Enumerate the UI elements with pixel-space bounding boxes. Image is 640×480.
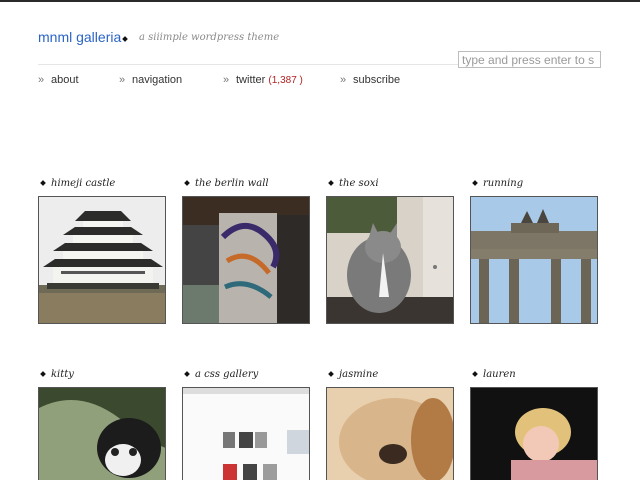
chevron-right-icon: » xyxy=(38,74,45,86)
post-title-link[interactable]: himeji castle xyxy=(51,177,115,191)
castle-image xyxy=(39,197,165,323)
bullet-icon xyxy=(184,371,190,377)
nav-label-navigation: navigation xyxy=(132,74,183,86)
bullet-icon xyxy=(40,180,46,186)
post-title-link[interactable]: kitty xyxy=(51,368,74,382)
nav-item-subscribe[interactable]: » subscribe xyxy=(340,73,400,87)
thumbnail-dog-jasmine[interactable] xyxy=(326,387,454,480)
kitty-image xyxy=(39,388,165,480)
post-title-link[interactable]: a css gallery xyxy=(195,368,258,382)
thumbnail-css-gallery[interactable] xyxy=(182,387,310,480)
thumbnail-kitty[interactable] xyxy=(38,387,166,480)
search-input[interactable] xyxy=(458,51,601,68)
nav-label-subscribe: subscribe xyxy=(353,74,401,86)
post-title-link[interactable]: running xyxy=(483,177,523,191)
bullet-icon xyxy=(328,180,334,186)
chevron-right-icon: » xyxy=(223,74,230,86)
bullet-icon xyxy=(472,371,478,377)
css-gallery-image xyxy=(183,388,309,480)
post-title-link[interactable]: lauren xyxy=(483,368,516,382)
site-tagline: a siiimple wordpress theme xyxy=(139,32,280,43)
post-title-link[interactable]: jasmine xyxy=(339,368,378,382)
bullet-icon xyxy=(328,371,334,377)
thumbnail-cat-soxi[interactable] xyxy=(326,196,454,324)
top-bar xyxy=(0,0,640,2)
thumbnail-berlin-wall[interactable] xyxy=(182,196,310,324)
nav-label-about: about xyxy=(51,74,79,86)
bullet-icon xyxy=(122,36,128,42)
chevron-right-icon: » xyxy=(340,74,347,86)
nav-item-twitter[interactable]: » twitter (1,387 ) xyxy=(223,73,303,87)
bullet-icon xyxy=(472,180,478,186)
bullet-icon xyxy=(40,371,46,377)
thumbnail-brandenburg-gate[interactable] xyxy=(470,196,598,324)
header-divider xyxy=(38,64,458,65)
cat-soxi-image xyxy=(327,197,453,323)
bullet-icon xyxy=(184,180,190,186)
chevron-right-icon: » xyxy=(119,74,126,86)
berlin-wall-image xyxy=(183,197,309,323)
nav-item-navigation[interactable]: » navigation xyxy=(119,73,182,87)
brandenburg-gate-image xyxy=(471,197,597,323)
nav-label-twitter: twitter xyxy=(236,74,266,86)
site-title-link[interactable]: mnml galleria xyxy=(38,28,121,46)
thumbnail-castle[interactable] xyxy=(38,196,166,324)
post-title-link[interactable]: the berlin wall xyxy=(195,177,269,191)
lauren-image xyxy=(471,388,597,480)
thumbnail-lauren[interactable] xyxy=(470,387,598,480)
twitter-follower-count: (1,387 ) xyxy=(268,75,303,86)
nav-item-about[interactable]: » about xyxy=(38,73,79,87)
post-title-link[interactable]: the soxi xyxy=(339,177,379,191)
dog-jasmine-image xyxy=(327,388,453,480)
